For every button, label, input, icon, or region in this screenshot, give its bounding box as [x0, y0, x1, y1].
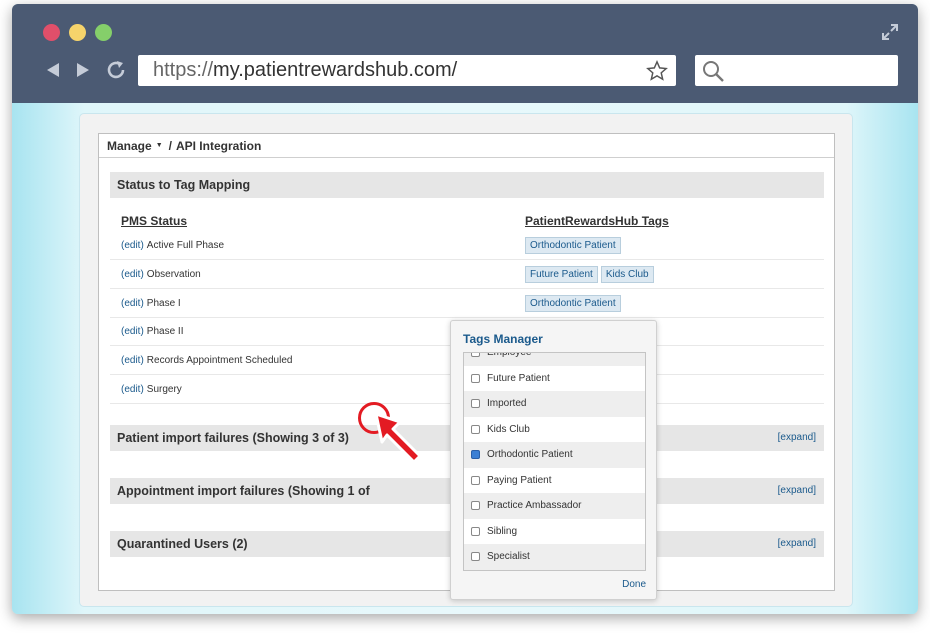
edit-link[interactable]: (edit)	[121, 269, 144, 280]
status-name: Surgery	[146, 384, 182, 395]
page-viewport: Manage ▼ / API Integration Status to Tag…	[12, 103, 918, 614]
breadcrumb-manage[interactable]: Manage	[107, 139, 152, 153]
tag-badge[interactable]: Kids Club	[600, 265, 654, 283]
api-integration-panel: Manage ▼ / API Integration Status to Tag…	[98, 133, 835, 600]
tags-manager-title: Tags Manager	[463, 332, 543, 346]
section-title: Patient import failures (Showing 3 of 3)	[117, 431, 349, 445]
tag-option-label: Imported	[487, 398, 527, 410]
url-host: my.patientrewardshub.com/	[213, 59, 458, 81]
mapping-row: (edit) Active Full Phase Orthodontic Patie…	[110, 232, 824, 260]
breadcrumb: Manage ▼ / API Integration	[99, 134, 834, 158]
maximize-window-button[interactable]	[95, 24, 112, 41]
url-protocol: https://	[153, 59, 214, 81]
tag-option[interactable]: Imported	[464, 391, 645, 417]
tags-list[interactable]: Employee Future Patient Imported Kids Club O…	[463, 352, 646, 571]
status-name: Active Full Phase	[146, 240, 225, 251]
edit-link[interactable]: (edit)	[121, 298, 144, 309]
tag-option-label: Orthodontic Patient	[487, 449, 573, 461]
expand-patient-failures-link[interactable]: [expand]	[778, 432, 816, 443]
edit-link[interactable]: (edit)	[121, 240, 144, 251]
pms-status-cell: (edit) Phase I	[121, 298, 181, 309]
tag-option-label: Specialist	[487, 551, 530, 563]
pms-status-column-header[interactable]: PMS Status	[121, 214, 187, 228]
section-title: Status to Tag Mapping	[117, 178, 251, 192]
mapping-row: (edit) Observation Future Patient Kids Club	[110, 261, 824, 289]
tags-cell: Future Patient Kids Club	[525, 265, 654, 283]
forward-button[interactable]	[72, 59, 94, 81]
reload-button[interactable]	[105, 59, 127, 81]
section-title: Quarantined Users (2)	[117, 537, 248, 551]
tag-option[interactable]: Employee	[464, 352, 645, 366]
tag-option[interactable]: Orthodontic Patient	[464, 442, 645, 468]
pms-status-cell: (edit) Observation	[121, 269, 201, 280]
tag-option[interactable]: Specialist	[464, 544, 645, 570]
breadcrumb-separator: /	[168, 138, 172, 153]
page-frame: Manage ▼ / API Integration Status to Tag…	[79, 113, 853, 607]
status-tag-mapping-header: Status to Tag Mapping	[110, 172, 824, 198]
pms-status-cell: (edit) Surgery	[121, 384, 182, 395]
expand-quarantined-link[interactable]: [expand]	[778, 538, 816, 549]
tag-checkbox[interactable]	[471, 501, 480, 511]
tag-option-label: Practice Ambassador	[487, 500, 582, 512]
expand-appointment-failures-link[interactable]: [expand]	[778, 485, 816, 496]
url-text: https://my.patientrewardshub.com/	[153, 59, 457, 82]
tags-manager-popup: Tags Manager Employee Future Patient Impor…	[450, 320, 657, 600]
tag-checkbox[interactable]	[471, 526, 480, 536]
forward-arrow-icon	[77, 63, 89, 77]
tag-option-label: Employee	[487, 352, 532, 359]
tags-cell: Orthodontic Patient	[525, 294, 621, 312]
back-arrow-icon	[47, 63, 59, 77]
section-title: Appointment import failures (Showing 1 o…	[117, 484, 370, 498]
minimize-window-button[interactable]	[69, 24, 86, 41]
address-bar[interactable]: https://my.patientrewardshub.com/	[138, 55, 676, 86]
browser-search-bar[interactable]	[695, 55, 898, 86]
tag-option-label: Kids Club	[487, 423, 530, 435]
tag-checkbox[interactable]	[471, 552, 480, 562]
tag-checkbox[interactable]	[471, 353, 480, 358]
reload-icon	[107, 61, 125, 79]
tag-option[interactable]: Kids Club	[464, 417, 645, 443]
pms-status-cell: (edit) Records Appointment Scheduled	[121, 355, 292, 366]
tags-column-header[interactable]: PatientRewardsHub Tags	[525, 214, 669, 228]
done-button[interactable]: Done	[622, 579, 646, 590]
tag-checkbox[interactable]	[471, 475, 480, 485]
tag-option-label: Sibling	[487, 525, 518, 537]
tags-cell: Orthodontic Patient	[525, 237, 621, 254]
edit-link[interactable]: (edit)	[121, 384, 144, 395]
status-name: Records Appointment Scheduled	[146, 355, 293, 367]
fullscreen-icon[interactable]	[882, 24, 898, 40]
tag-checkbox[interactable]	[471, 450, 480, 460]
tag-option-label: Paying Patient	[487, 474, 552, 486]
status-name: Phase I	[146, 297, 181, 309]
tag-checkbox[interactable]	[471, 424, 480, 434]
back-button[interactable]	[42, 59, 64, 81]
tag-option[interactable]: Practice Ambassador	[464, 493, 645, 519]
pointer-arrow-icon	[374, 412, 422, 464]
status-name: Phase II	[146, 326, 184, 338]
edit-link[interactable]: (edit)	[121, 326, 144, 337]
status-name: Observation	[146, 268, 201, 280]
close-window-button[interactable]	[43, 24, 60, 41]
tag-checkbox[interactable]	[471, 373, 480, 383]
search-icon	[703, 61, 724, 82]
edit-link[interactable]: (edit)	[121, 355, 144, 366]
dropdown-caret-icon[interactable]: ▼	[156, 142, 163, 149]
tag-checkbox[interactable]	[471, 399, 480, 409]
tag-badge[interactable]: Orthodontic Patient	[525, 294, 621, 312]
browser-window: https://my.patientrewardshub.com/ Manage…	[12, 4, 918, 614]
pms-status-cell: (edit) Phase II	[121, 326, 184, 337]
tag-badge[interactable]: Orthodontic Patient	[525, 237, 621, 254]
browser-chrome: https://my.patientrewardshub.com/	[12, 4, 918, 103]
breadcrumb-current: API Integration	[175, 138, 262, 153]
tag-badge[interactable]: Future Patient	[525, 265, 598, 283]
tag-option[interactable]: Paying Patient	[464, 468, 645, 494]
tag-option[interactable]: Future Patient	[464, 366, 645, 392]
tag-option-label: Future Patient	[487, 372, 550, 384]
mapping-row: (edit) Phase I Orthodontic Patient	[110, 290, 824, 318]
bookmark-star-icon[interactable]	[646, 60, 668, 82]
pms-status-cell: (edit) Active Full Phase	[121, 240, 224, 251]
tag-option[interactable]: Sibling	[464, 519, 645, 545]
